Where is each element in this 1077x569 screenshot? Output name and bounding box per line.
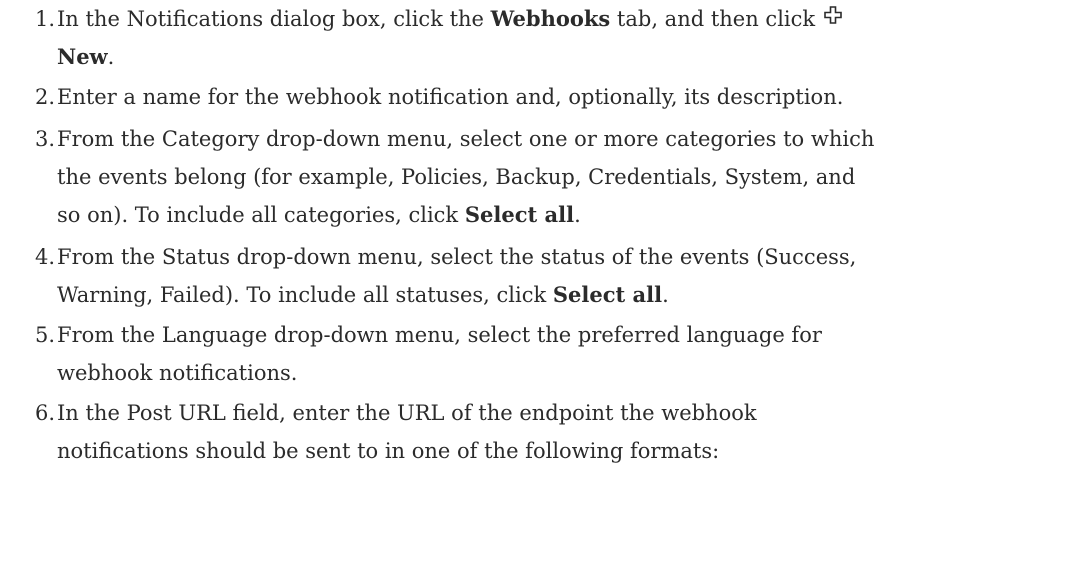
text-segment: . — [662, 283, 669, 307]
step-line: From the Category drop-down menu, select… — [57, 127, 875, 151]
step-number: 2. — [35, 85, 56, 109]
instruction-steps: 1. In the Notifications dialog box, clic… — [0, 0, 1077, 569]
step-line: From the Status drop-down menu, select t… — [57, 245, 857, 269]
select-all-ref: Select all — [552, 282, 663, 307]
step-text: From the Language drop-down menu, select… — [57, 316, 1072, 392]
step-text: Enter a name for the webhook notificatio… — [57, 78, 1072, 116]
text-segment: tab, and then click — [610, 7, 822, 31]
step-text: In the Post URL field, enter the URL of … — [57, 394, 1072, 470]
text-segment: . — [107, 45, 115, 69]
step-text: From the Category drop-down menu, select… — [57, 120, 1072, 234]
step-line: so on). To include all categories, click… — [57, 196, 1072, 234]
select-all-ref: Select all — [464, 202, 575, 227]
text-segment: so on). To include all categories, click — [57, 203, 465, 227]
step-number: 5. — [35, 323, 56, 347]
step-number: 4. — [35, 245, 56, 269]
text-segment: In the Notifications dialog box, click t… — [57, 7, 491, 31]
new-plus-icon — [823, 0, 842, 36]
webhooks-tab-ref: Webhooks — [490, 6, 611, 31]
step-line: the events belong (for example, Policies… — [57, 165, 856, 189]
new-button-ref: New — [57, 44, 108, 69]
step-line: webhook notifications. — [57, 361, 298, 385]
step-number: 6. — [35, 401, 56, 425]
text-segment: Warning, Failed). To include all statuse… — [57, 283, 553, 307]
step-line: In the Notifications dialog box, click t… — [57, 0, 1072, 38]
step-number: 3. — [35, 127, 56, 151]
step-line: notifications should be sent to in one o… — [57, 439, 720, 463]
step-number: 1. — [35, 7, 56, 31]
step-text: From the Status drop-down menu, select t… — [57, 238, 1072, 314]
step-line: Warning, Failed). To include all statuse… — [57, 276, 1072, 314]
step-line: From the Language drop-down menu, select… — [57, 323, 822, 347]
text-segment: . — [574, 203, 581, 227]
step-line: In the Post URL field, enter the URL of … — [57, 401, 757, 425]
step-text: In the Notifications dialog box, click t… — [57, 0, 1072, 76]
step-line: Enter a name for the webhook notificatio… — [57, 85, 844, 109]
step-line: New. — [57, 38, 1072, 76]
